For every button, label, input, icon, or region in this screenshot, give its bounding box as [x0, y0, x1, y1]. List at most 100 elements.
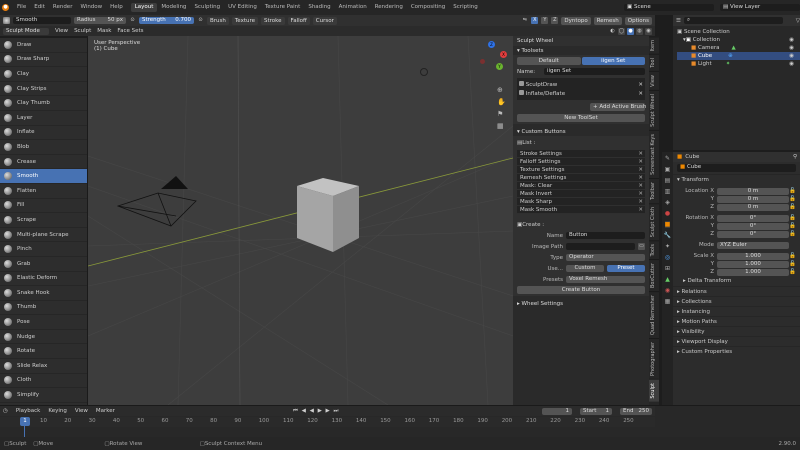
location-z-field[interactable]: 0 m [717, 203, 789, 211]
lock-icon[interactable]: 🔓 [789, 269, 796, 275]
scale-z-field[interactable]: 1.000 [717, 268, 789, 276]
timeline-ruler[interactable]: 10 20 30 40 50 60 70 80 90 100 110 120 130 140 150 160 1… [0, 417, 655, 427]
presets-dropdown[interactable]: Voxel Remesh [566, 276, 645, 283]
folder-icon[interactable]: ▭ [638, 243, 645, 250]
symmetry-icon[interactable]: ⇋ [521, 17, 528, 24]
constraints-icon[interactable]: ⊞ [665, 265, 670, 272]
playhead[interactable]: 1 [20, 417, 30, 426]
current-frame-field[interactable]: 1 [542, 407, 572, 415]
pressure-icon[interactable]: ⊙ [197, 17, 204, 24]
remove-icon[interactable]: ✕ [638, 190, 643, 198]
custom-buttons-header[interactable]: ▾ Custom Buttons [513, 127, 649, 136]
custom-button-item[interactable]: Mask Sharp ✕ [517, 198, 645, 206]
tool-pinch[interactable]: Pinch [0, 242, 87, 257]
tool-draw-sharp[interactable]: Draw Sharp [0, 53, 87, 68]
workspace-tab-compositing[interactable]: Compositing [407, 3, 449, 12]
tool-clay-strips[interactable]: Clay Strips [0, 82, 87, 97]
create-button[interactable]: Create Button [517, 286, 645, 294]
face-sets-menu[interactable]: Face Sets [117, 28, 143, 34]
zoom-icon[interactable]: ⊕ [497, 86, 506, 94]
toolsets-header[interactable]: ▾ Toolsets [513, 46, 649, 55]
world-icon[interactable]: ● [665, 210, 670, 217]
collection-row[interactable]: ▾ ▣ Collection ◉ [677, 36, 800, 44]
tool-rotate[interactable]: Rotate [0, 344, 87, 360]
side-tab-quad-remesher[interactable]: Quad Remesher [649, 291, 659, 339]
rotation-y-field[interactable]: 0° [717, 222, 789, 230]
workspace-tab-shading[interactable]: Shading [304, 3, 334, 12]
outliner-search[interactable]: ⌕ [683, 17, 783, 24]
menu-window[interactable]: Window [76, 3, 106, 12]
blender-logo-icon[interactable]: ● [2, 4, 9, 11]
use-preset-toggle[interactable]: Preset [607, 265, 645, 272]
material-icon[interactable]: ◉ [665, 287, 670, 294]
remove-icon[interactable]: ✕ [638, 150, 643, 158]
3d-viewport[interactable]: User Perspective (1) Cube Z X Y ⊕ ✋ ⚑ ▦ [88, 36, 513, 405]
playback-controls[interactable]: ⏮ ◀ ◀ ▶ ▶ ⏭ [293, 408, 340, 415]
gizmo-z-axis[interactable]: Z [488, 41, 495, 48]
cursor-dropdown[interactable]: Cursor [312, 16, 337, 25]
workspace-tab-layout[interactable]: Layout [130, 3, 158, 12]
custom-button-item[interactable]: Mask: Clear ✕ [517, 182, 645, 190]
remove-icon[interactable]: ✕ [638, 182, 643, 190]
default-toolset-tab[interactable]: Default [517, 57, 581, 65]
tool-simplify[interactable]: Simplify [0, 388, 87, 403]
pin-icon[interactable]: ⚲ [793, 154, 797, 160]
instancing-section[interactable]: ▸ Instancing [673, 306, 800, 316]
custom-button-item[interactable]: Falloff Settings ✕ [517, 158, 645, 166]
radius-field[interactable]: Radius 50 px [74, 17, 126, 24]
remove-icon[interactable]: ✕ [638, 166, 643, 174]
custom-button-item[interactable]: Remesh Settings ✕ [517, 174, 645, 182]
scene-icon[interactable]: ◈ [665, 199, 670, 206]
lock-icon[interactable]: 🔓 [789, 261, 796, 267]
cube-object[interactable] [293, 176, 363, 256]
visibility-eye-icon[interactable]: ◉ [789, 37, 794, 43]
toolset-item[interactable]: Inflate/Deflate ✕ [519, 89, 643, 98]
tool-crease[interactable]: Crease [0, 155, 87, 170]
remesh-menu[interactable]: Remesh [593, 16, 622, 25]
tool-clay[interactable]: Clay [0, 67, 87, 82]
location-x-field[interactable]: 0 m [717, 187, 789, 195]
physics-icon[interactable]: ◎ [665, 254, 670, 261]
pan-hand-icon[interactable]: ✋ [497, 98, 506, 106]
visibility-section[interactable]: ▸ Visibility [673, 326, 800, 336]
tool-thumb[interactable]: Thumb [0, 301, 87, 316]
visibility-eye-icon[interactable]: ◉ [789, 45, 794, 51]
playback-menu[interactable]: Playback [16, 408, 41, 414]
type-dropdown[interactable]: Operator [566, 254, 645, 261]
rotation-z-field[interactable]: 0° [717, 230, 789, 238]
modifier-icon[interactable]: 🔧 [664, 232, 671, 239]
falloff-dropdown[interactable]: Falloff [287, 16, 310, 25]
custom-button-item[interactable]: Mask Invert ✕ [517, 190, 645, 198]
axis-z-toggle[interactable]: Z [551, 17, 559, 24]
overlay-icon[interactable]: ◐ [609, 28, 616, 35]
lock-icon[interactable]: 🔓 [789, 223, 796, 229]
pressure-icon[interactable]: ⊙ [129, 17, 136, 24]
scale-x-field[interactable]: 1.000 [717, 252, 789, 260]
texture-icon[interactable]: ▦ [665, 298, 671, 305]
workspace-tab-uv-editing[interactable]: UV Editing [224, 3, 261, 12]
tool-draw[interactable]: Draw [0, 38, 87, 53]
side-tab-item[interactable]: Item [649, 36, 659, 55]
tool-layer[interactable]: Layer [0, 111, 87, 126]
side-tab-sculpt-cloth[interactable]: Sculpt Cloth [649, 202, 659, 240]
workspace-tab-rendering[interactable]: Rendering [371, 3, 407, 12]
gizmo-y-axis[interactable]: Y [496, 63, 503, 70]
button-name-field[interactable]: Button [566, 232, 645, 239]
delta-transform-header[interactable]: ▸ Delta Transform [673, 276, 800, 286]
tool-flatten[interactable]: Flatten [0, 184, 87, 199]
lock-icon[interactable]: 🔓 [789, 253, 796, 259]
transform-header[interactable]: ▾ Transform [673, 174, 800, 184]
tool-multi-plane-scrape[interactable]: Multi-plane Scrape [0, 228, 87, 243]
tool-smooth[interactable]: Smooth [0, 169, 87, 184]
custom-properties-section[interactable]: ▸ Custom Properties [673, 346, 800, 356]
use-custom-toggle[interactable]: Custom [566, 265, 604, 272]
custom-button-item[interactable]: Stroke Settings ✕ [517, 150, 645, 158]
add-active-brush-button[interactable]: + Add Active Brush [590, 103, 646, 111]
visibility-eye-icon[interactable]: ◉ [789, 61, 794, 67]
collections-section[interactable]: ▸ Collections [673, 296, 800, 306]
lock-icon[interactable]: 🔓 [789, 231, 796, 237]
viewport-display-section[interactable]: ▸ Viewport Display [673, 336, 800, 346]
brush-icon[interactable] [3, 17, 10, 24]
particles-icon[interactable]: ✦ [665, 243, 670, 250]
remove-icon[interactable]: ✕ [638, 198, 643, 206]
